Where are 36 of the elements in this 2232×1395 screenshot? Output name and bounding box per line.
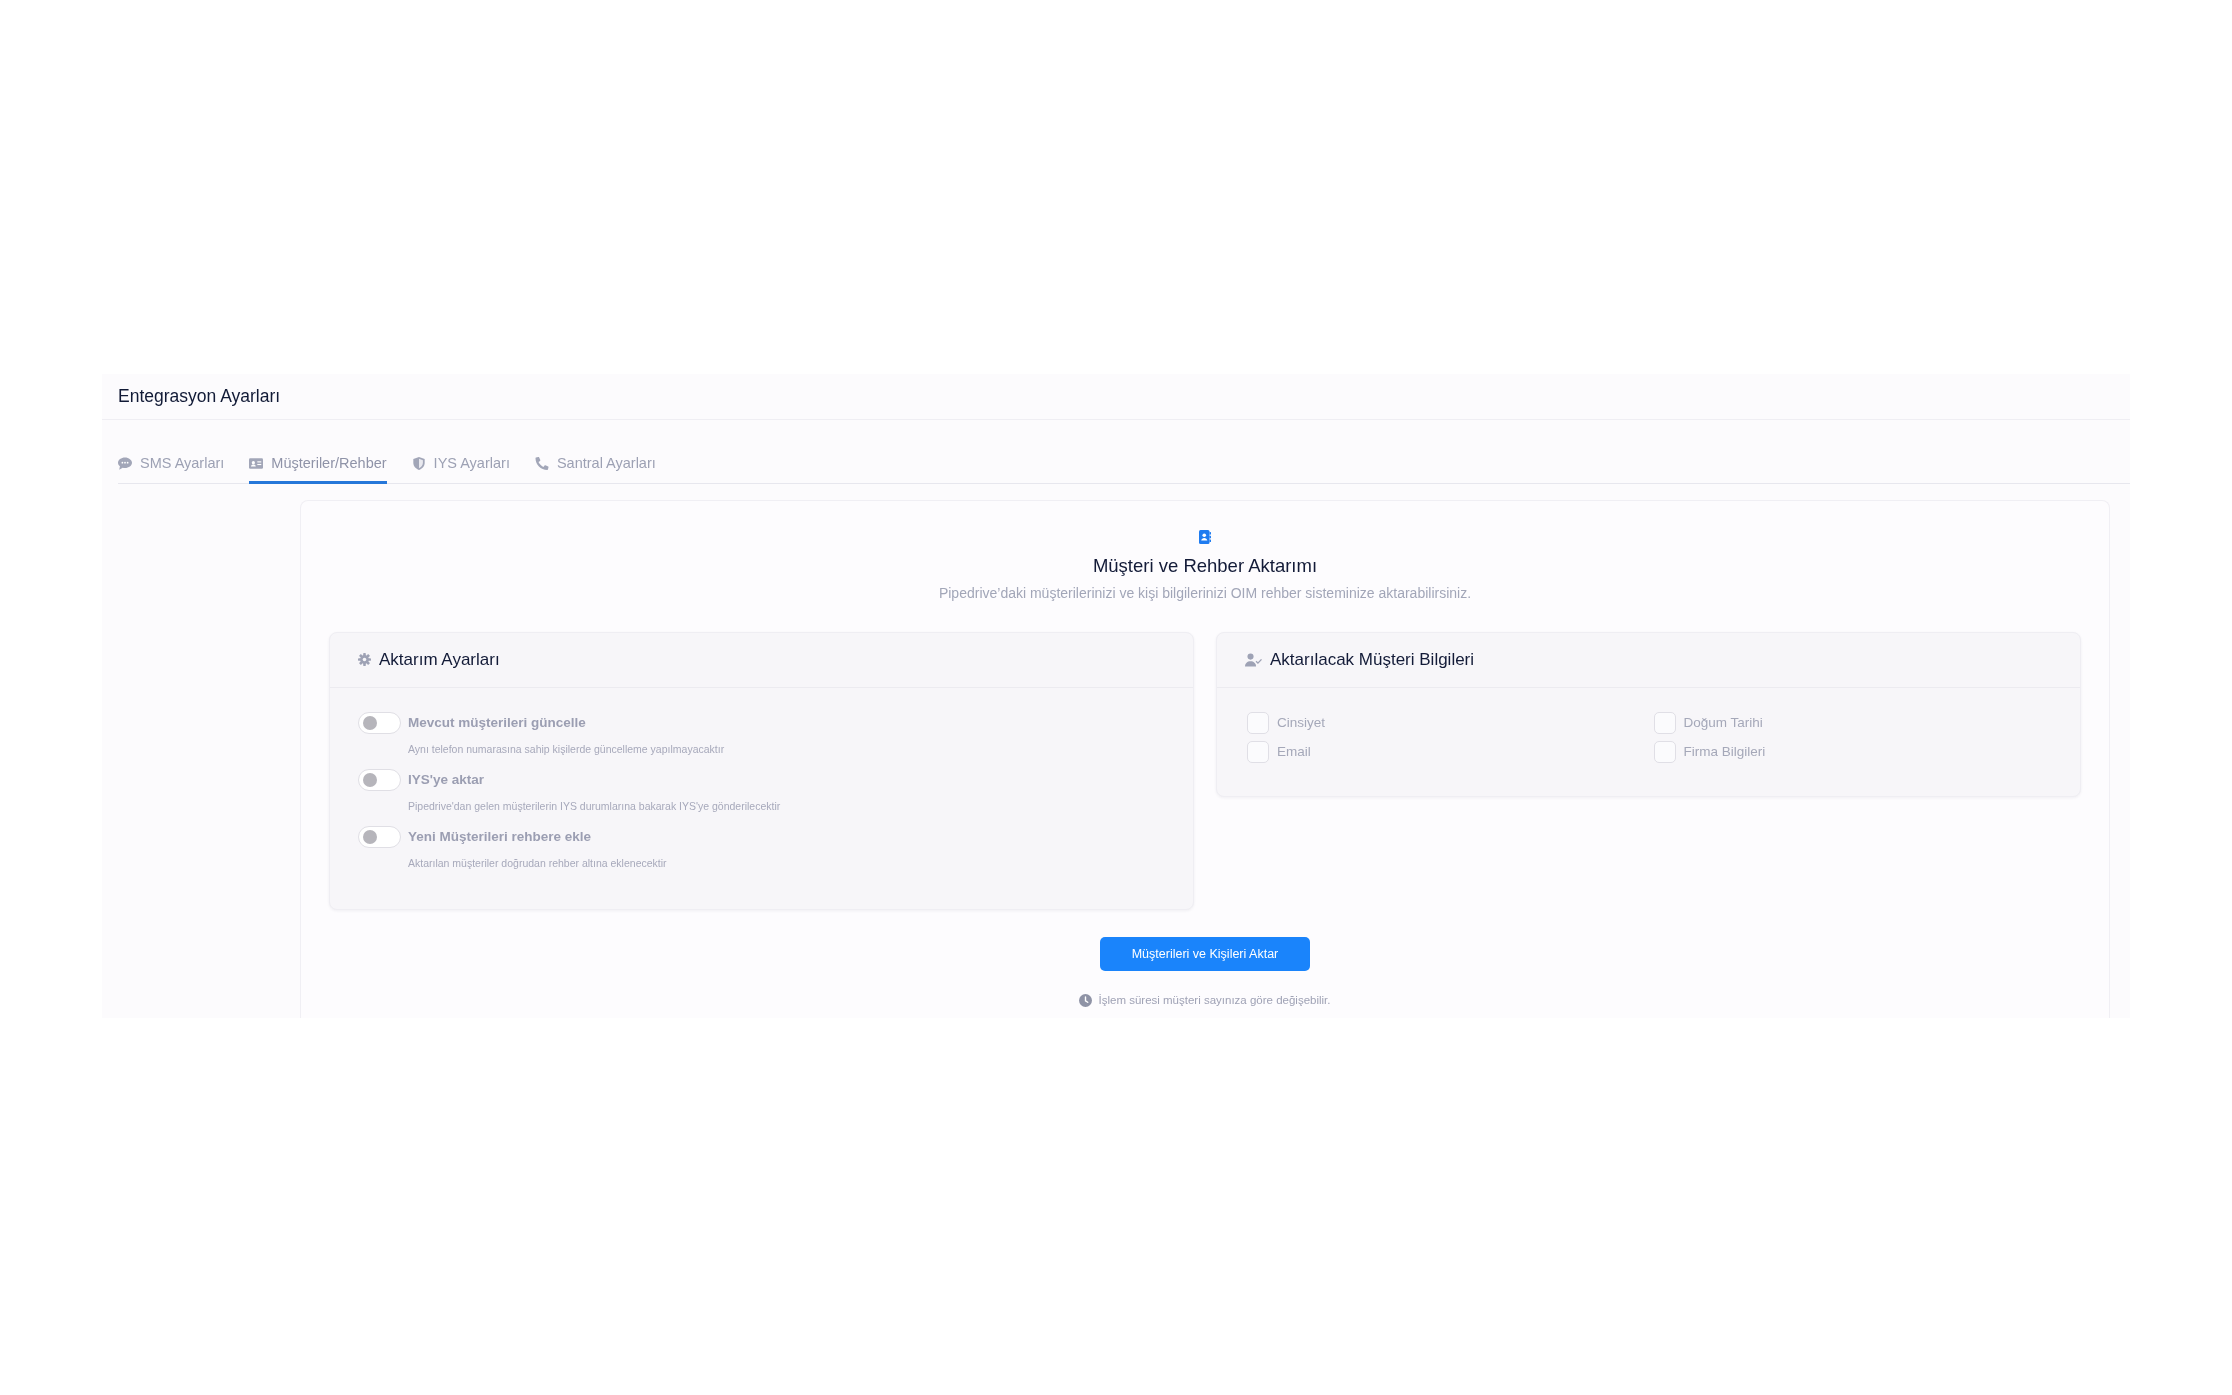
checkbox-label: Doğum Tarihi [1683,715,1763,730]
chat-bubble-icon [118,456,132,470]
option-description: Pipedrive'dan gelen müşterilerin IYS durumlarına bakarak IYS'ye gönderilecektir [408,799,782,812]
toggle-switch[interactable] [358,768,401,791]
address-book-icon [1199,529,1211,544]
settings-icon [358,653,371,666]
user-check-icon [1245,652,1262,667]
section-title: Müşteri ve Rehber Aktarımı [1092,554,1318,577]
phone-icon [534,456,549,470]
toggle-switch[interactable] [358,711,401,734]
option-label: Mevcut müşterileri güncelle [408,715,586,730]
checkbox[interactable] [1247,740,1269,763]
tab[interactable]: Müşteriler/Rehber [249,451,387,484]
toggle-switch[interactable] [358,825,401,848]
checkbox[interactable] [1653,711,1676,734]
tab[interactable]: SMS Ayarları [118,451,225,484]
checkbox-label: Firma Bilgileri [1683,744,1766,759]
checkbox-label: Email [1277,744,1311,759]
info-note: İşlem süresi müşteri sayınıza göre değişebilir. [1098,994,1331,1006]
import-button[interactable]: Müşterileri ve Kişileri Aktar [1100,936,1310,971]
option-label: Yeni Müşterileri rehbere ekle [408,829,592,844]
id-card-icon [249,456,264,470]
page-title: Entegrasyon Ayarları [118,386,281,407]
option-description: Aktarılan müşteriler doğrudan rehber altına eklenecektir [408,856,668,869]
checkbox-label: Cinsiyet [1277,715,1325,730]
card-title: Aktarılacak Müşteri Bilgileri [1270,649,1475,670]
checkbox[interactable] [1247,711,1269,734]
shield-icon [411,456,426,470]
card-title: Aktarım Ayarları [379,649,500,670]
clock-icon [1079,993,1093,1007]
checkbox[interactable] [1653,740,1676,763]
tab[interactable]: Santral Ayarları [534,451,656,484]
section-subtitle: Pipedrive’daki müşterilerinizi ve kişi bilgilerinizi OIM rehber sisteminize aktarabilirsiniz. [938,584,1472,601]
option-label: IYS'ye aktar [408,772,484,787]
tab[interactable]: IYS Ayarları [411,451,510,484]
option-description: Aynı telefon numarasına sahip kişilerde güncelleme yapılmayacaktır [408,742,726,755]
